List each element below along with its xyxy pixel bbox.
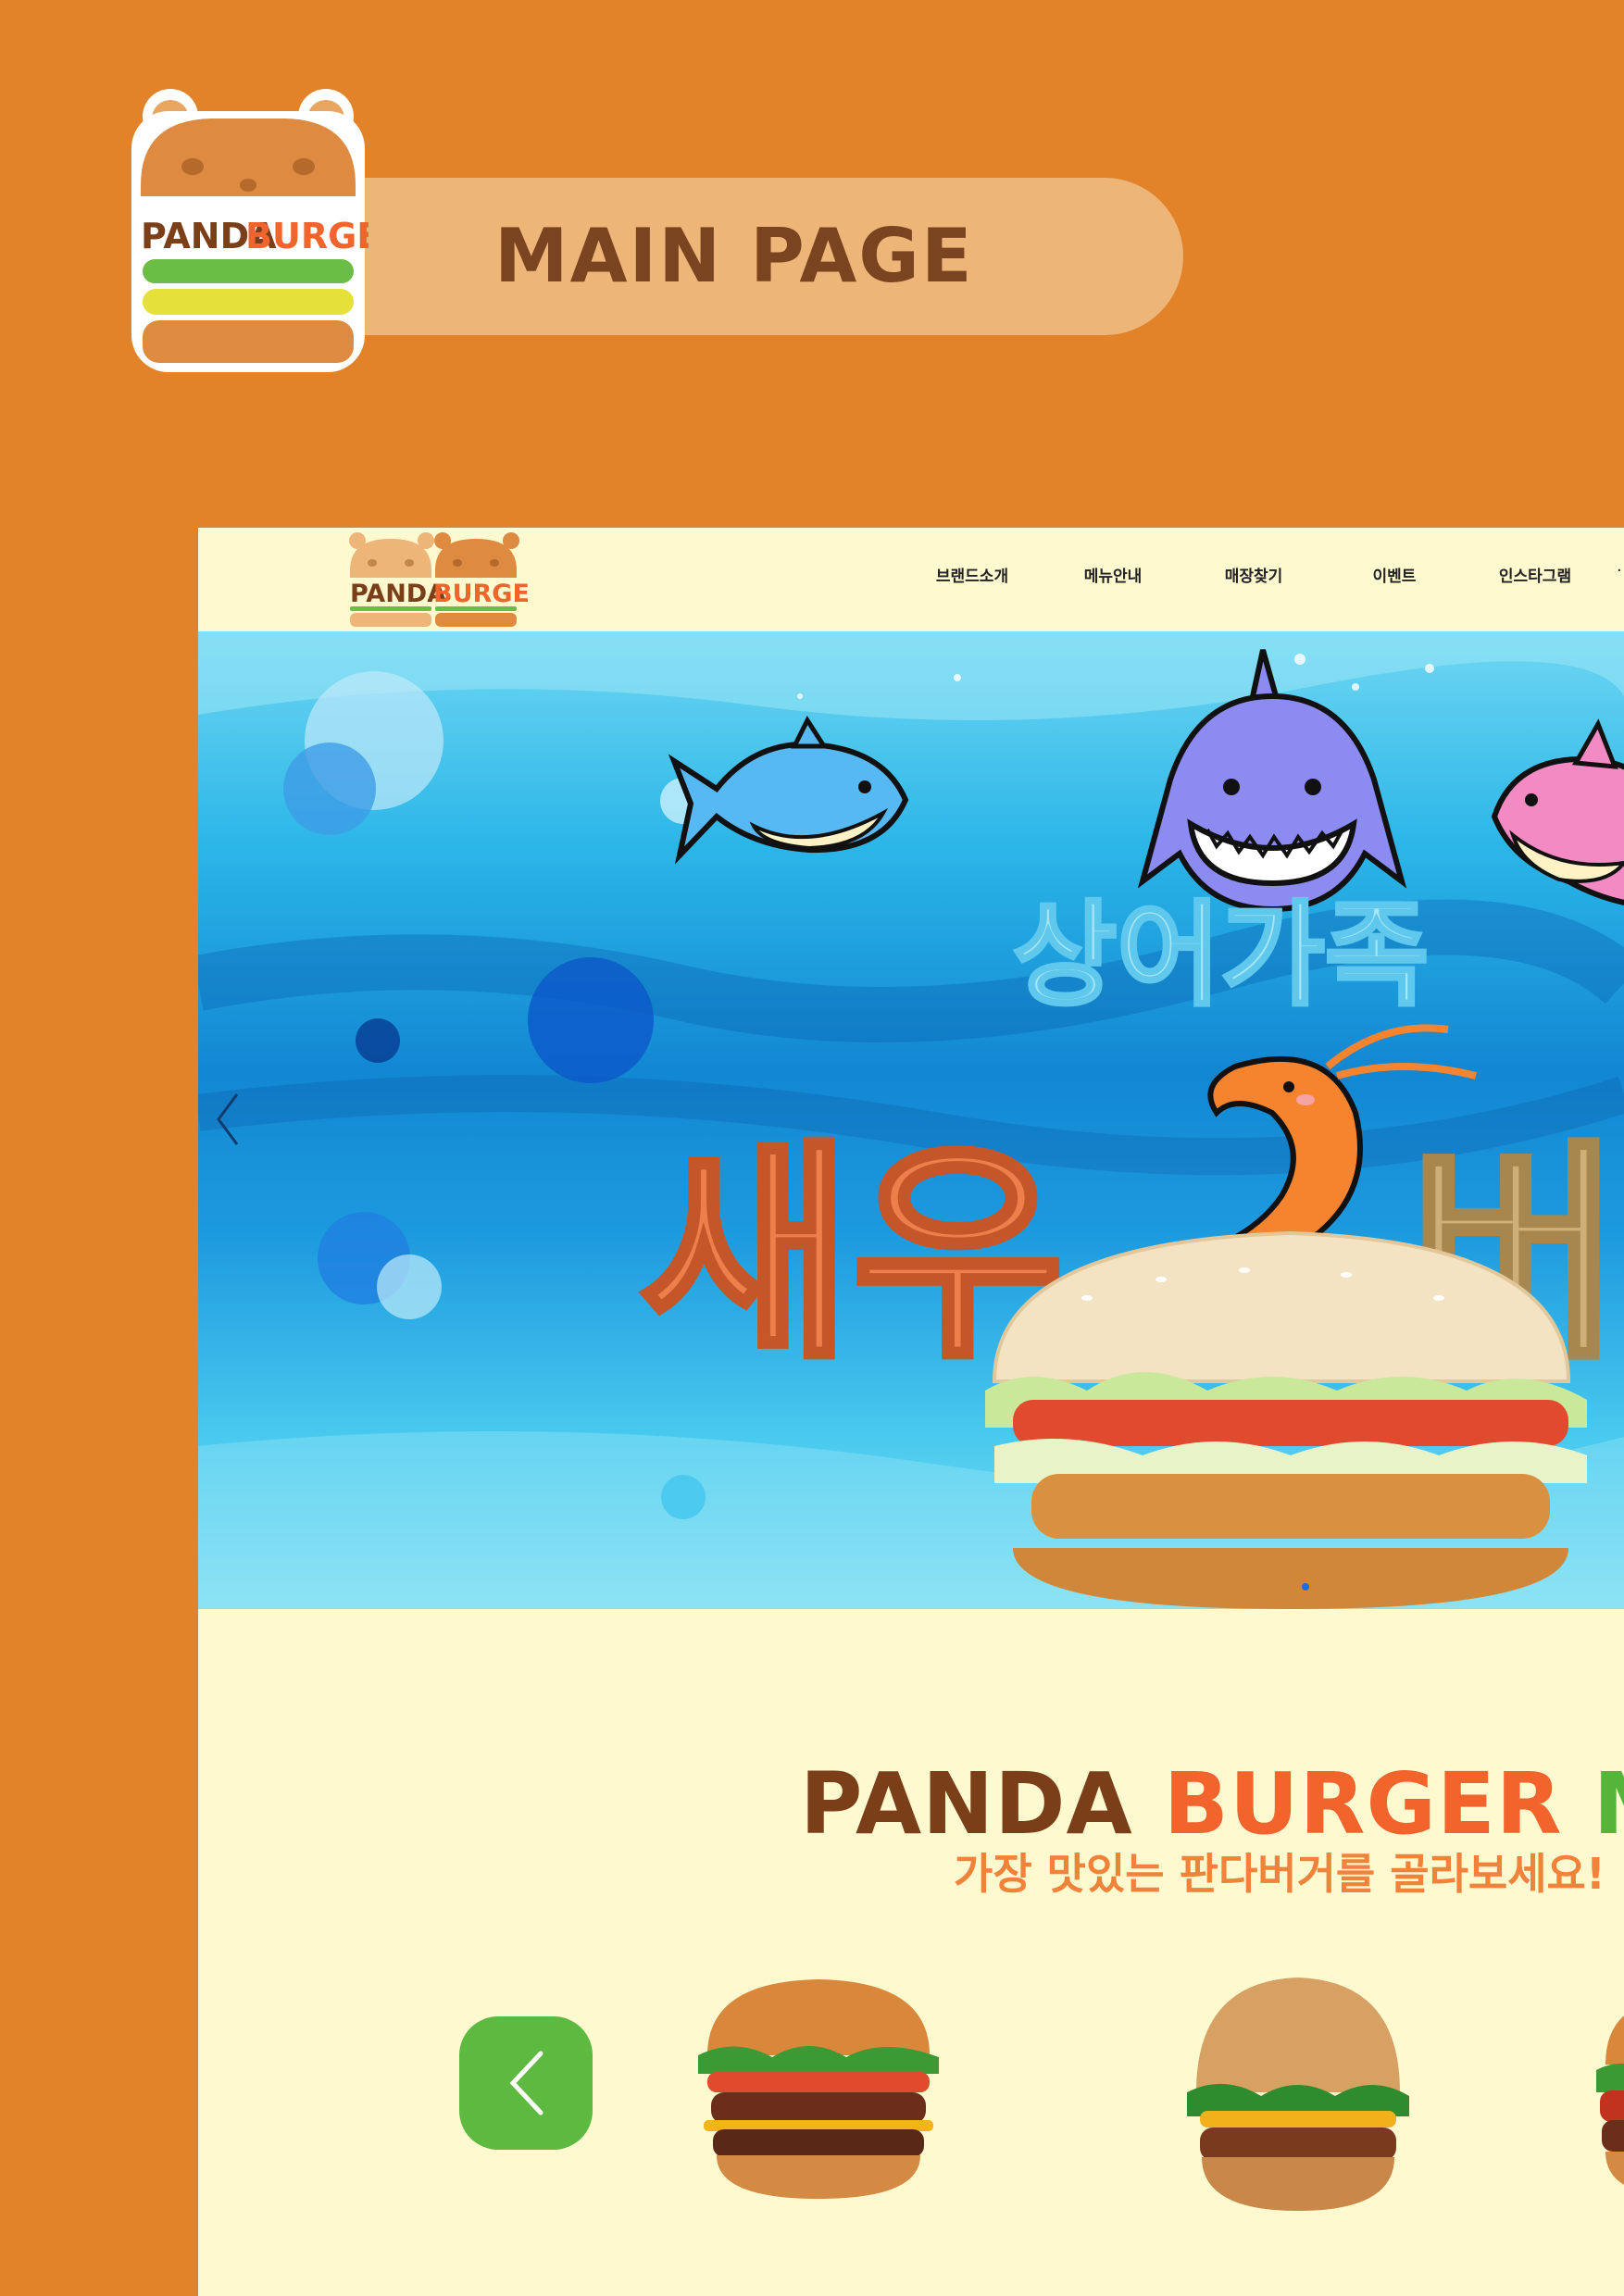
menu-item-burger-2[interactable] bbox=[1178, 1972, 1418, 2216]
main-nav: 브랜드소개 메뉴안내 매장찾기 이벤트 인스타그램 bbox=[902, 563, 1605, 586]
slide-title: MAIN PAGE bbox=[494, 213, 974, 299]
svg-text:상어가족: 상어가족 bbox=[1013, 890, 1429, 1021]
hero-prev-arrow[interactable] bbox=[211, 1087, 244, 1152]
site-logo[interactable]: PANDA BURGER bbox=[346, 530, 549, 630]
site-header: PANDA BURGER 브랜드소개 메뉴안내 매장찾기 이벤트 인스타그램 · bbox=[198, 528, 1624, 631]
menu-title-burger: BURGER bbox=[1163, 1754, 1563, 1853]
nav-item-instagram[interactable]: 인스타그램 bbox=[1465, 563, 1605, 586]
small-pink-shark bbox=[1491, 718, 1624, 905]
nav-more-icon[interactable]: · bbox=[1617, 561, 1622, 580]
chevron-left-icon bbox=[509, 2051, 543, 2115]
menu-section-title: PANDA BURGER ME bbox=[800, 1754, 1624, 1853]
menu-title-panda: PANDA bbox=[800, 1754, 1133, 1853]
burger-image bbox=[1596, 2015, 1624, 2185]
nav-item-event[interactable]: 이벤트 bbox=[1324, 563, 1465, 586]
small-blue-shark bbox=[668, 715, 909, 865]
chevron-left-icon bbox=[217, 1093, 239, 1145]
nav-item-menu[interactable]: 메뉴안내 bbox=[1043, 563, 1183, 586]
svg-text:PANDA: PANDA bbox=[350, 580, 446, 608]
nav-item-brand[interactable]: 브랜드소개 bbox=[902, 563, 1043, 586]
shrimp-burger-image bbox=[985, 1230, 1587, 1609]
burger-image bbox=[1187, 1978, 1409, 2211]
hero-illustration: 상어가족 새우 버 bbox=[198, 631, 1624, 1609]
menu-title-menu: ME bbox=[1593, 1754, 1624, 1853]
burger-image bbox=[698, 1979, 939, 2199]
website-mockup: PANDA BURGER 브랜드소개 메뉴안내 매장찾기 이벤트 인스타그램 · bbox=[198, 528, 1624, 2296]
menu-section-subtitle: 가장 맛있는 판다버거를 골라보세요! bbox=[954, 1849, 1605, 1899]
menu-item-burger-3[interactable] bbox=[1568, 1981, 1624, 2207]
menu-item-burger-1[interactable] bbox=[680, 1972, 957, 2207]
hero-banner: 상어가족 새우 버 bbox=[198, 631, 1624, 1609]
svg-text:BURGER: BURGER bbox=[245, 216, 369, 256]
menu-prev-button[interactable] bbox=[459, 2016, 593, 2150]
panda-burger-logo: PANDA BURGER bbox=[128, 83, 408, 375]
nav-item-stores[interactable]: 매장찾기 bbox=[1183, 563, 1324, 586]
svg-text:BURGER: BURGER bbox=[433, 580, 531, 608]
